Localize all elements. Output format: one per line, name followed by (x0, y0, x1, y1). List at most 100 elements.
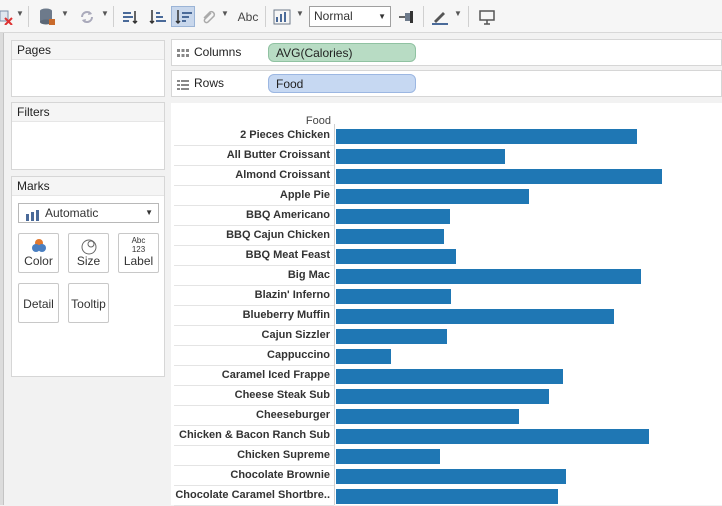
bar[interactable] (336, 369, 563, 384)
table-row: Blueberry Muffin (171, 306, 722, 326)
refresh-button[interactable] (76, 6, 98, 27)
mark-type-value: Automatic (45, 206, 99, 220)
datasource-button[interactable] (36, 6, 58, 27)
pen-icon (432, 11, 448, 25)
chevron-down-icon[interactable]: ▼ (101, 9, 109, 18)
row-label[interactable]: Almond Croissant (171, 169, 330, 181)
bar[interactable] (336, 249, 456, 264)
row-label[interactable]: BBQ Meat Feast (171, 249, 330, 261)
left-edge (0, 33, 4, 505)
bar[interactable] (336, 289, 451, 304)
columns-shelf[interactable]: Columns AVG(Calories) (171, 39, 722, 66)
view-area: Food 2 Pieces Chicken All Butter Croissan… (171, 103, 722, 506)
divider (468, 6, 469, 27)
bar[interactable] (336, 149, 505, 164)
chevron-down-icon[interactable]: ▼ (296, 9, 304, 18)
swap-rows-columns-button[interactable] (120, 6, 142, 27)
row-label[interactable]: Big Mac (171, 269, 330, 281)
toolbar: ▼ ▼ ▼ ▼ Abc ▼ Normal ▼ ▼ (0, 0, 722, 33)
table-row: Apple Pie (171, 186, 722, 206)
color-icon (19, 237, 58, 255)
sort-descending-button[interactable] (171, 6, 195, 27)
filters-card[interactable]: Filters (11, 102, 165, 170)
row-label[interactable]: Apple Pie (171, 189, 330, 201)
row-label[interactable]: Chocolate Brownie (171, 469, 330, 481)
rows-icon (177, 79, 189, 93)
bar[interactable] (336, 489, 558, 504)
row-label[interactable]: Chocolate Caramel Shortbre.. (171, 489, 330, 501)
label-button[interactable]: Abc 123 Label (118, 233, 159, 273)
mark-type-select[interactable]: Automatic ▼ (18, 203, 159, 223)
highlight-button[interactable] (198, 6, 218, 27)
fix-axes-button[interactable] (396, 6, 418, 27)
row-label[interactable]: BBQ Americano (171, 209, 330, 221)
row-label[interactable]: Cappuccino (171, 349, 330, 361)
divider (265, 6, 266, 27)
divider (28, 6, 29, 27)
clear-sheet-button[interactable] (0, 6, 14, 27)
rows-label: Rows (194, 76, 225, 90)
color-button[interactable]: Color (18, 233, 59, 273)
bar[interactable] (336, 209, 450, 224)
bar[interactable] (336, 269, 641, 284)
sort-ascending-button[interactable] (146, 6, 168, 27)
bar[interactable] (336, 349, 391, 364)
bar[interactable] (336, 429, 649, 444)
row-label[interactable]: Chicken & Bacon Ranch Sub (171, 429, 330, 441)
tooltip-button[interactable]: Tooltip (68, 283, 109, 323)
bar[interactable] (336, 469, 566, 484)
rows-shelf[interactable]: Rows Food (171, 70, 722, 97)
size-button[interactable]: Size (68, 233, 109, 273)
presentation-mode-button[interactable] (476, 6, 498, 27)
row-label[interactable]: Blazin' Inferno (171, 289, 330, 301)
size-label: Size (76, 254, 101, 268)
row-label[interactable]: Chicken Supreme (171, 449, 330, 461)
marks-card: Marks Automatic ▼ Color Size Abc 123 Lab… (11, 176, 165, 377)
table-row: 2 Pieces Chicken (171, 126, 722, 146)
paperclip-icon (203, 10, 216, 23)
row-label[interactable]: Cheese Steak Sub (171, 389, 330, 401)
detail-button[interactable]: Detail (18, 283, 59, 323)
table-row: BBQ Cajun Chicken (171, 226, 722, 246)
table-row: Almond Croissant (171, 166, 722, 186)
row-label[interactable]: All Butter Croissant (171, 149, 330, 161)
row-label[interactable]: Caramel Iced Frappe (171, 369, 330, 381)
bar[interactable] (336, 169, 662, 184)
row-label[interactable]: 2 Pieces Chicken (171, 129, 330, 141)
bar[interactable] (336, 389, 549, 404)
chevron-down-icon[interactable]: ▼ (454, 9, 462, 18)
columns-pill[interactable]: AVG(Calories) (268, 43, 416, 62)
table-row: All Butter Croissant (171, 146, 722, 166)
chevron-down-icon[interactable]: ▼ (221, 9, 229, 18)
table-row: Chocolate Brownie (171, 466, 722, 486)
bar[interactable] (336, 449, 440, 464)
detail-label: Detail (23, 297, 54, 311)
label-icon-123: 123 (131, 245, 146, 254)
row-label[interactable]: Blueberry Muffin (171, 309, 330, 321)
bar[interactable] (336, 409, 519, 424)
bar[interactable] (336, 189, 529, 204)
bar[interactable] (336, 229, 444, 244)
row-label[interactable]: Cheeseburger (171, 409, 330, 421)
table-row: Cheeseburger (171, 406, 722, 426)
pin-icon (399, 10, 413, 23)
fit-select[interactable]: Normal ▼ (309, 6, 391, 27)
bar[interactable] (336, 309, 614, 324)
row-label[interactable]: Cajun Sizzler (171, 329, 330, 341)
chevron-down-icon[interactable]: ▼ (61, 9, 69, 18)
bar[interactable] (336, 329, 447, 344)
rows-pill[interactable]: Food (268, 74, 416, 93)
columns-icon (177, 48, 189, 62)
chevron-down-icon[interactable]: ▼ (16, 9, 24, 18)
show-me-button[interactable] (271, 6, 293, 27)
chevron-down-icon: ▼ (145, 208, 153, 217)
table-row: Cappuccino (171, 346, 722, 366)
bar[interactable] (336, 129, 637, 144)
database-icon (40, 8, 55, 25)
presentation-icon (479, 9, 495, 25)
pages-card[interactable]: Pages (11, 40, 165, 97)
swap-icon (123, 10, 138, 24)
show-labels-button[interactable]: Abc (236, 6, 260, 27)
annotate-button[interactable] (429, 6, 451, 27)
row-label[interactable]: BBQ Cajun Chicken (171, 229, 330, 241)
